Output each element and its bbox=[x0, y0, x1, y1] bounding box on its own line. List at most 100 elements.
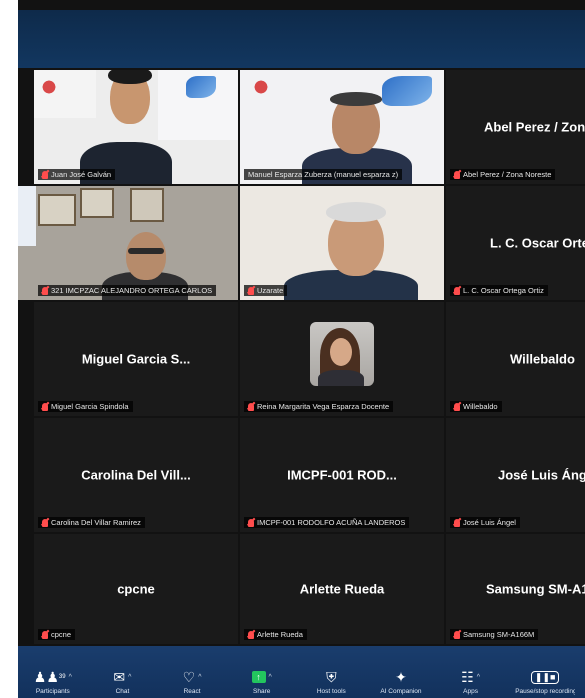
share-label: Share bbox=[253, 688, 271, 695]
muted-mic-icon bbox=[248, 630, 254, 639]
name-tile-14[interactable]: Arlette Rueda Arlette Rueda bbox=[240, 534, 444, 644]
participant-display-name: Arlette Rueda bbox=[299, 581, 385, 597]
participant-display-name: L. C. Oscar Ortega Ortiz bbox=[490, 235, 585, 251]
name-tile-3[interactable]: Abel Perez / Zona Noreste Abel Perez / Z… bbox=[446, 70, 585, 184]
chat-icon: ✉ bbox=[113, 668, 126, 685]
participant-label: IMCPF-001 RODOLFO ACUÑA LANDEROS bbox=[244, 517, 410, 528]
participant-label: Willebaldo bbox=[450, 401, 502, 412]
frame-1 bbox=[38, 194, 76, 226]
participant-label: 321 IMCPZAC ALEJANDRO ORTEGA CARLOS bbox=[38, 285, 217, 296]
participants-button[interactable]: ♟♟ 39 ^ Participants bbox=[23, 666, 83, 698]
meeting-toolbar: ♟♟ 39 ^ Participants ✉ ^ Chat ♡ ^ React ↑ ^ S… bbox=[18, 646, 585, 698]
wall-banner bbox=[18, 186, 36, 246]
chevron-up-icon[interactable]: ^ bbox=[198, 674, 201, 681]
participant-label: Samsung SM-A166M bbox=[450, 629, 539, 640]
apps-label: Apps bbox=[463, 688, 478, 695]
top-bar bbox=[18, 10, 585, 68]
participant-display-name: Samsung SM-A166M bbox=[486, 581, 585, 597]
participant-label: José Luis Ángel bbox=[450, 517, 520, 528]
name-tile-10[interactable]: Carolina Del Vill... Carolina Del Villar… bbox=[34, 418, 238, 532]
muted-mic-icon bbox=[454, 286, 460, 295]
participant-label: Juan José Galván bbox=[38, 169, 116, 180]
share-button[interactable]: ↑ ^ Share bbox=[232, 666, 292, 698]
institution-logo-icon bbox=[250, 76, 272, 98]
person-head bbox=[126, 232, 166, 280]
chevron-up-icon[interactable]: ^ bbox=[69, 674, 72, 681]
participant-display-name: Carolina Del Vill... bbox=[81, 467, 191, 483]
participant-display-name: Miguel Garcia S... bbox=[81, 351, 191, 367]
muted-mic-icon bbox=[248, 518, 254, 527]
apps-icon: ☷ bbox=[461, 668, 474, 685]
participant-display-name: José Luis Ángel bbox=[498, 467, 585, 483]
muted-mic-icon bbox=[454, 402, 460, 411]
name-tile-6[interactable]: L. C. Oscar Ortega Ortiz L. C. Oscar Ort… bbox=[446, 186, 585, 300]
video-tile-2[interactable]: Manuel Esparza Zuberza (manuel esparza z… bbox=[240, 70, 444, 184]
participant-label: Carolina Del Villar Ramirez bbox=[38, 517, 145, 528]
muted-mic-icon bbox=[248, 402, 254, 411]
video-tile-5[interactable]: Uzarate bbox=[240, 186, 444, 300]
chevron-up-icon[interactable]: ^ bbox=[269, 674, 272, 681]
map-logo-icon bbox=[186, 76, 216, 98]
photo-face bbox=[330, 338, 352, 366]
video-tile-4[interactable]: 321 IMCPZAC ALEJANDRO ORTEGA CARLOS bbox=[18, 186, 238, 300]
muted-mic-icon bbox=[42, 518, 48, 527]
participant-label: L. C. Oscar Ortega Ortiz bbox=[450, 285, 548, 296]
chevron-up-icon[interactable]: ^ bbox=[477, 674, 480, 681]
participant-label: Arlette Rueda bbox=[244, 629, 307, 640]
muted-mic-icon bbox=[248, 286, 254, 295]
name-tile-13[interactable]: cpcne cpcne bbox=[34, 534, 238, 644]
muted-mic-icon bbox=[454, 518, 460, 527]
participants-icon: ♟♟ bbox=[33, 668, 59, 685]
institution-logo-icon bbox=[38, 76, 60, 98]
participant-label: Uzarate bbox=[244, 285, 288, 296]
participant-display-name: Abel Perez / Zona Noreste bbox=[484, 119, 585, 135]
person-hair bbox=[326, 202, 386, 222]
photo-tile-8[interactable]: Reina Margarita Vega Esparza Docente bbox=[240, 302, 444, 416]
name-tile-9[interactable]: Willebaldo Willebaldo bbox=[446, 302, 585, 416]
chat-label: Chat bbox=[115, 688, 130, 695]
participant-label: Manuel Esparza Zuberza (manuel esparza z… bbox=[244, 169, 403, 180]
record-label: Pause/stop recording bbox=[515, 688, 576, 695]
name-tile-15[interactable]: Samsung SM-A166M Samsung SM-A166M bbox=[446, 534, 585, 644]
host-tools-label: Host tools bbox=[316, 688, 346, 695]
ai-companion-button[interactable]: ✦ AI Companion bbox=[371, 666, 431, 698]
photo-body bbox=[318, 370, 364, 386]
muted-mic-icon bbox=[454, 170, 460, 179]
participants-label: Participants bbox=[35, 688, 70, 695]
muted-mic-icon bbox=[42, 170, 48, 179]
participant-display-name: Willebaldo bbox=[510, 351, 575, 367]
participant-display-name: IMCPF-001 ROD... bbox=[287, 467, 397, 483]
person-hair bbox=[330, 92, 382, 106]
meeting-stage: Juan José Galván Manuel Esparza Zuberza … bbox=[18, 0, 585, 698]
muted-mic-icon bbox=[42, 286, 48, 295]
name-tile-11[interactable]: IMCPF-001 ROD... IMCPF-001 RODOLFO ACUÑA… bbox=[240, 418, 444, 532]
chat-button[interactable]: ✉ ^ Chat bbox=[92, 666, 152, 698]
ai-companion-label: AI Companion bbox=[380, 688, 422, 695]
muted-mic-icon bbox=[42, 402, 48, 411]
glasses bbox=[128, 248, 164, 254]
share-screen-icon: ↑ bbox=[251, 671, 266, 683]
shield-icon: ⛨ bbox=[326, 668, 337, 685]
participants-count: 39 bbox=[58, 674, 66, 680]
react-button[interactable]: ♡ ^ React bbox=[162, 666, 222, 698]
chevron-up-icon[interactable]: ^ bbox=[128, 674, 131, 681]
participant-label: Abel Perez / Zona Noreste bbox=[450, 169, 556, 180]
react-label: React bbox=[183, 688, 201, 695]
name-tile-12[interactable]: José Luis Ángel José Luis Ángel bbox=[446, 418, 585, 532]
frame-2 bbox=[80, 188, 114, 218]
record-button[interactable]: ❚❚■ Pause/stop recording bbox=[510, 666, 580, 698]
profile-photo bbox=[310, 322, 374, 386]
participant-label: Reina Margarita Vega Esparza Docente bbox=[244, 401, 394, 412]
muted-mic-icon bbox=[42, 630, 48, 639]
sparkle-icon: ✦ bbox=[395, 668, 407, 685]
participant-label: Miguel Garcia Spindola bbox=[38, 401, 133, 412]
pause-stop-icon: ❚❚■ bbox=[530, 670, 560, 684]
host-tools-button[interactable]: ⛨ Host tools bbox=[301, 666, 361, 698]
name-tile-7[interactable]: Miguel Garcia S... Miguel Garcia Spindol… bbox=[34, 302, 238, 416]
heart-icon: ♡ bbox=[182, 668, 196, 685]
person-hair bbox=[108, 70, 152, 84]
apps-button[interactable]: ☷ ^ Apps bbox=[441, 666, 501, 698]
video-tile-1[interactable]: Juan José Galván bbox=[34, 70, 238, 184]
muted-mic-icon bbox=[454, 630, 460, 639]
participant-display-name: cpcne bbox=[117, 581, 155, 597]
